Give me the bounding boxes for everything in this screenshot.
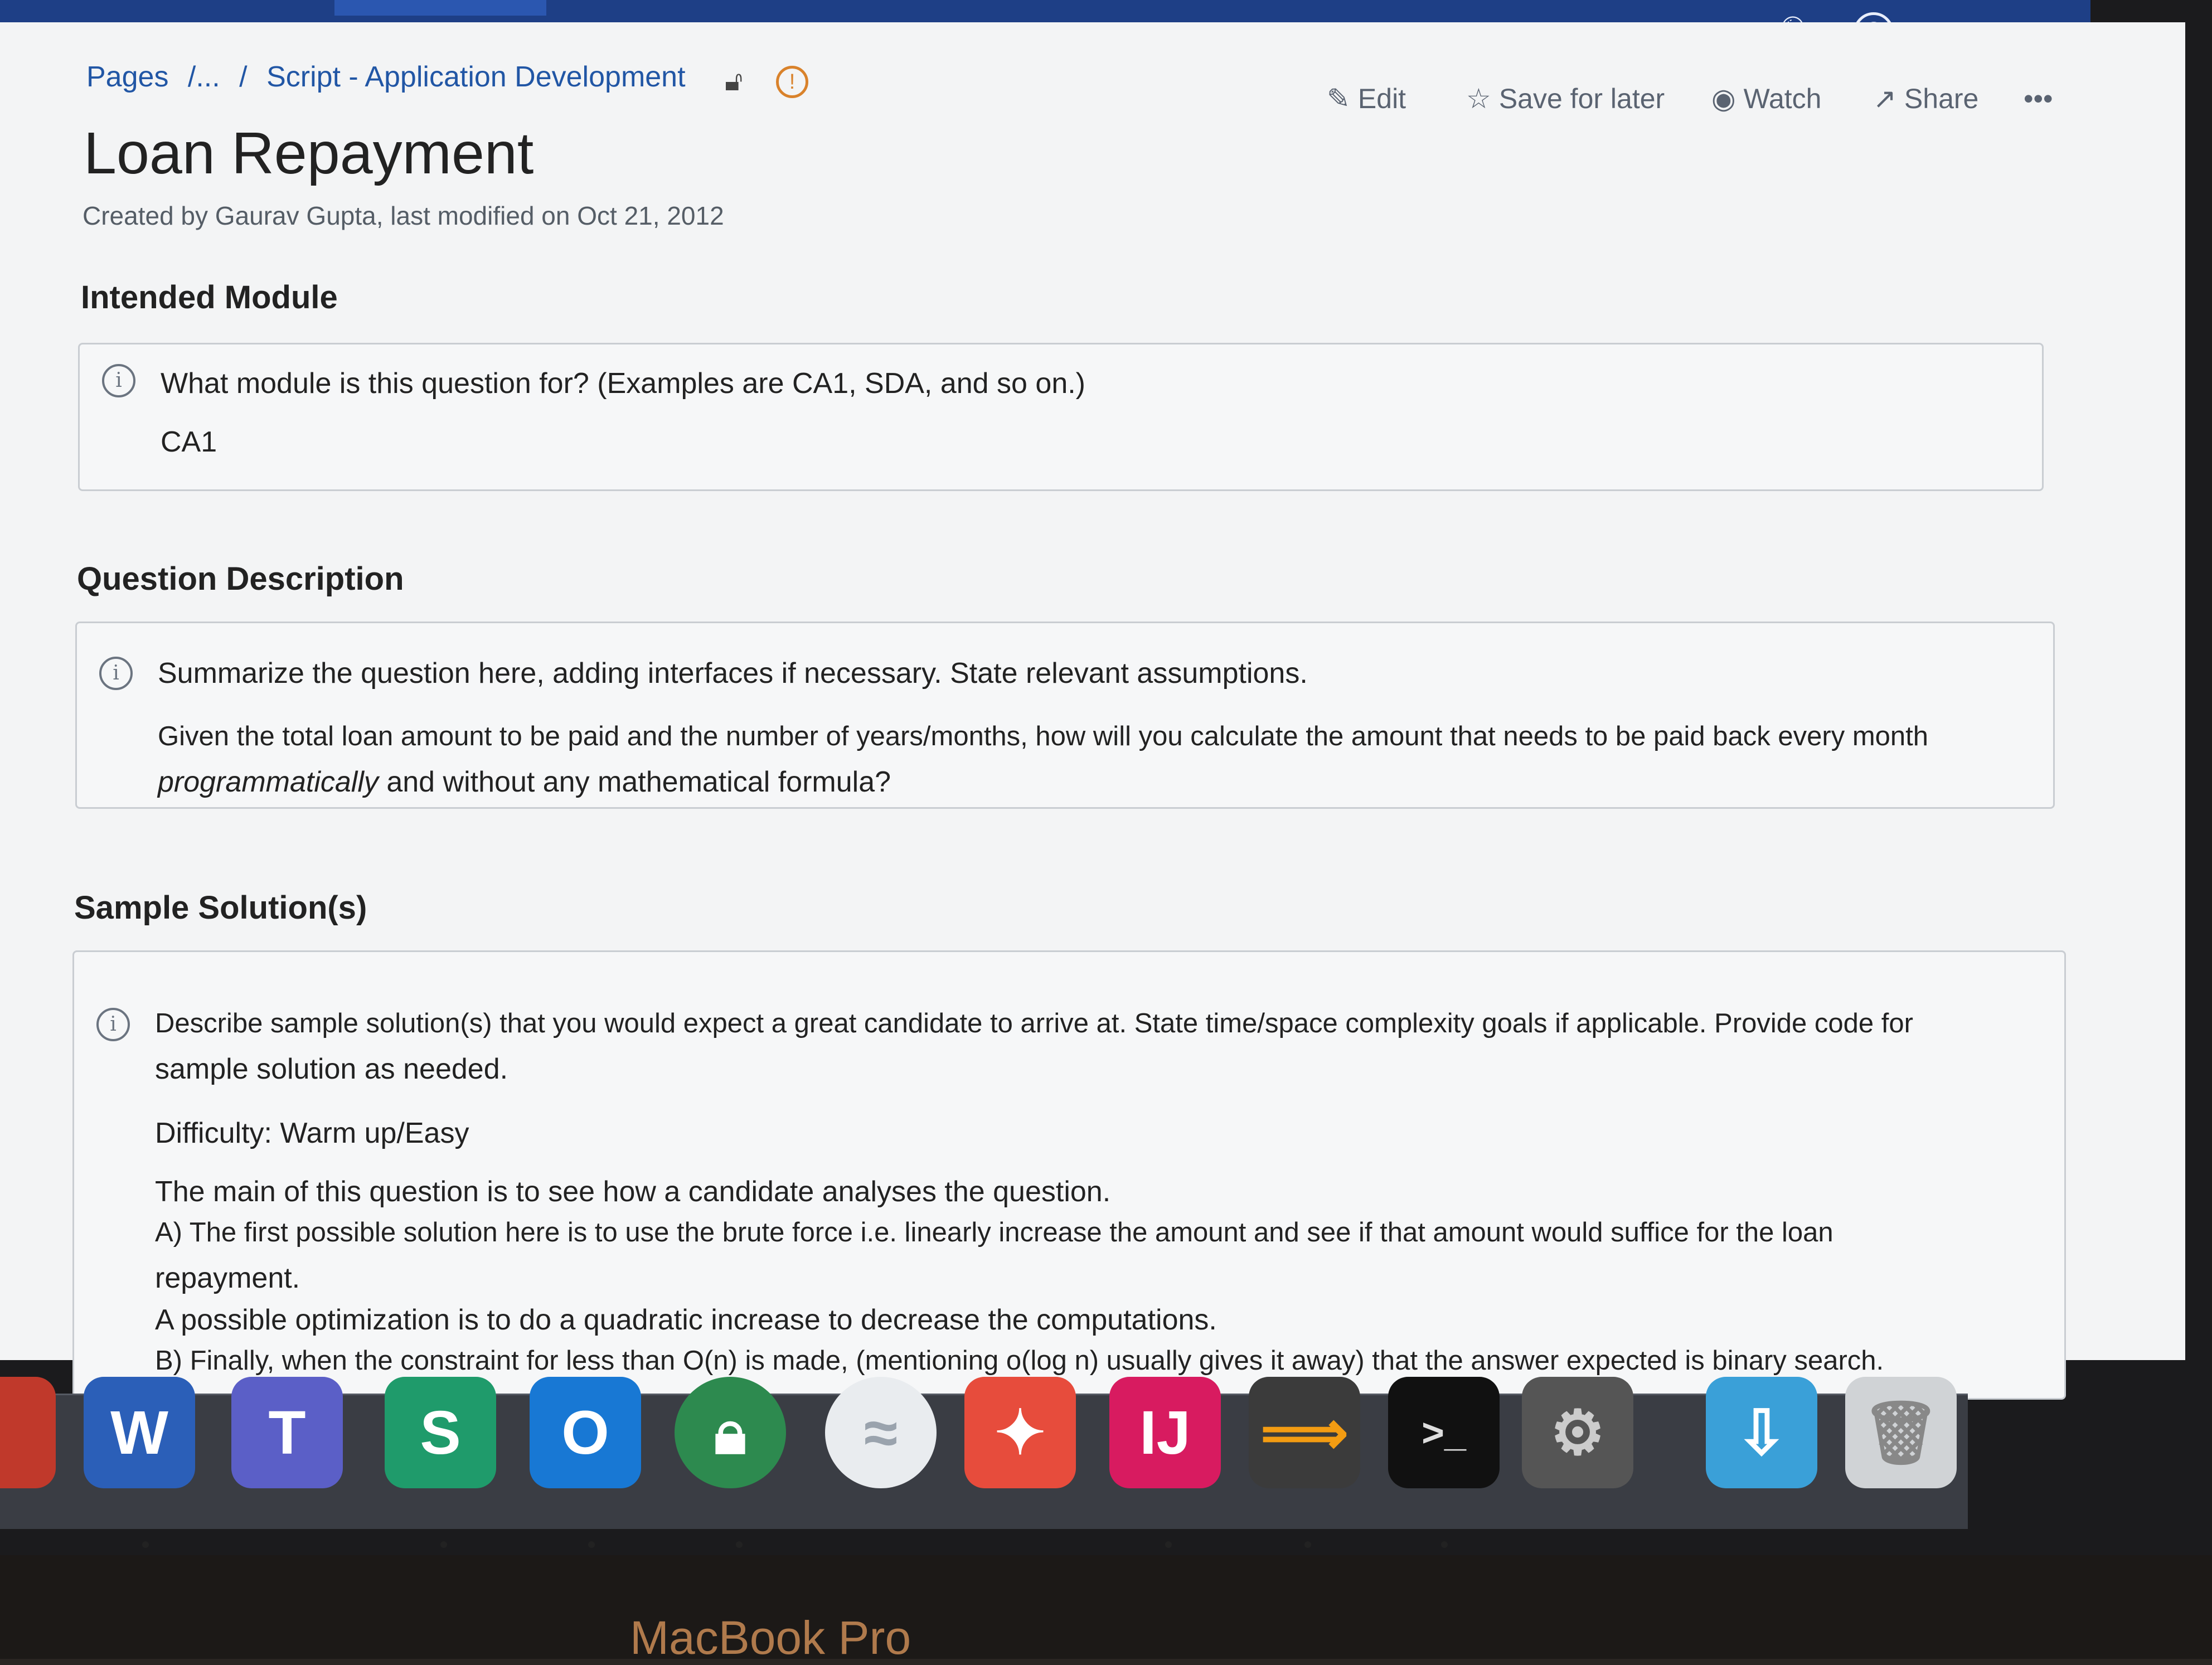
- intended-module-value: CA1: [161, 426, 217, 458]
- intellij-app-label: IJ: [1139, 1398, 1191, 1467]
- solution-hint-line1: Describe sample solution(s) that you wou…: [155, 1008, 1913, 1038]
- pencil-icon: ✎: [1327, 83, 1350, 114]
- topbar-highlight: [334, 0, 546, 16]
- sublime-app-icon[interactable]: ⟹: [1249, 1377, 1360, 1488]
- question-description-heading: Question Description: [77, 561, 404, 597]
- downloads-folder-icon[interactable]: ⇩: [1706, 1377, 1817, 1488]
- more-actions-button[interactable]: •••: [2024, 82, 2053, 115]
- laptop-bezel: [0, 1555, 2212, 1659]
- outlook-app-label: O: [561, 1398, 609, 1467]
- question-description-panel: i Summarize the question here, adding in…: [75, 622, 2055, 809]
- solution-difficulty: Difficulty: Warm up/Easy: [155, 1117, 469, 1149]
- breadcrumb-pages-link[interactable]: Pages: [86, 61, 168, 93]
- page-title: Loan Repayment: [84, 120, 534, 186]
- solution-paragraph-2: A) The first possible solution here is t…: [155, 1217, 1833, 1247]
- solution-paragraph-1: The main of this question is to see how …: [155, 1176, 1111, 1208]
- breadcrumb-current-link[interactable]: Script - Application Development: [266, 61, 686, 93]
- running-indicator: [1165, 1541, 1172, 1548]
- question-hint: Summarize the question here, adding inte…: [158, 657, 1308, 690]
- star-icon: ☆: [1466, 83, 1491, 114]
- edit-button[interactable]: ✎ Edit: [1327, 82, 1406, 115]
- intellij-app-icon[interactable]: IJ: [1109, 1377, 1221, 1488]
- intended-module-hint: What module is this question for? (Examp…: [161, 367, 1085, 400]
- macbook-pro-label: MacBook Pro: [630, 1611, 911, 1664]
- page-byline: Created by Gaurav Gupta, last modified o…: [83, 201, 724, 230]
- intended-module-heading: Intended Module: [81, 279, 338, 315]
- running-indicator: [588, 1541, 595, 1548]
- question-body-line2: programmatically and without any mathema…: [158, 765, 891, 799]
- running-indicator: [1441, 1541, 1448, 1548]
- more-label: •••: [2024, 83, 2053, 114]
- powerpoint-app-icon[interactable]: [0, 1377, 56, 1488]
- intended-module-panel: i What module is this question for? (Exa…: [78, 343, 2044, 491]
- word-app-label: W: [110, 1398, 168, 1467]
- running-indicator: [440, 1541, 447, 1548]
- trash-icon[interactable]: 🗑︎: [1845, 1377, 1957, 1488]
- running-indicator: [1304, 1541, 1311, 1548]
- eye-icon: ◉: [1711, 83, 1736, 114]
- teams-app-icon[interactable]: T: [231, 1377, 343, 1488]
- breadcrumb-separator: /: [239, 61, 248, 93]
- outlook-app-icon[interactable]: O: [530, 1377, 641, 1488]
- save-label: Save for later: [1498, 83, 1665, 114]
- system-preferences-icon[interactable]: ⚙: [1522, 1377, 1633, 1488]
- word-app-icon[interactable]: W: [84, 1377, 195, 1488]
- solution-paragraph-4: A possible optimization is to do a quadr…: [155, 1304, 1217, 1336]
- running-indicator: [142, 1541, 149, 1548]
- info-icon: i: [96, 1008, 130, 1041]
- sway-app-icon[interactable]: S: [385, 1377, 496, 1488]
- wifi-app-icon[interactable]: ≈: [825, 1377, 937, 1488]
- question-body-line1: Given the total loan amount to be paid a…: [158, 721, 1929, 751]
- teams-app-label: T: [268, 1398, 306, 1467]
- vpn-app-icon[interactable]: 🔒︎: [675, 1377, 786, 1488]
- watch-button[interactable]: ◉ Watch: [1711, 82, 1821, 115]
- remote-desktop-app-icon[interactable]: ✦: [964, 1377, 1076, 1488]
- sway-app-label: S: [420, 1398, 461, 1467]
- save-for-later-button[interactable]: ☆ Save for later: [1466, 82, 1665, 115]
- solution-hint-line2: sample solution as needed.: [155, 1053, 508, 1085]
- sample-solutions-heading: Sample Solution(s): [74, 890, 367, 926]
- terminal-app-icon[interactable]: >_: [1388, 1377, 1500, 1488]
- share-label: Share: [1904, 83, 1979, 114]
- solution-paragraph-3: repayment.: [155, 1262, 300, 1294]
- breadcrumb: Pages /... / Script - Application Develo…: [86, 60, 697, 94]
- screen: 🔍︎ ? ▼ 9+ ☻ ▼ Pages /... / Script - Appl…: [0, 0, 2212, 1555]
- edit-label: Edit: [1357, 83, 1406, 114]
- info-icon: i: [99, 657, 133, 690]
- question-body-line2-rest: and without any mathematical formula?: [378, 766, 891, 798]
- confluence-page: Pages /... / Script - Application Develo…: [0, 22, 2185, 1400]
- info-icon: i: [102, 364, 135, 397]
- solution-paragraph-5: B) Finally, when the constraint for less…: [155, 1346, 1884, 1376]
- warning-icon[interactable]: !: [776, 66, 808, 98]
- sample-solutions-panel: i Describe sample solution(s) that you w…: [72, 950, 2066, 1400]
- share-button[interactable]: ↗ Share: [1873, 82, 1978, 115]
- share-icon: ↗: [1873, 83, 1896, 114]
- breadcrumb-ellipsis[interactable]: /...: [188, 61, 220, 93]
- watch-label: Watch: [1743, 83, 1822, 114]
- question-emphasis: programmatically: [158, 766, 379, 798]
- running-indicator: [736, 1541, 743, 1548]
- unlock-icon[interactable]: 🔓︎: [725, 65, 743, 98]
